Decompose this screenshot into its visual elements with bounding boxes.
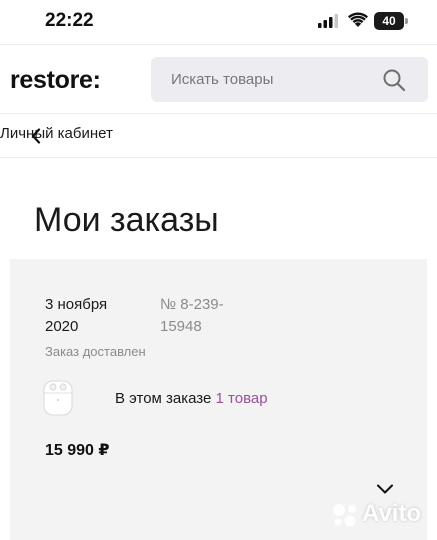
search-input[interactable] <box>171 57 381 102</box>
order-items-summary: В этом заказе 1 товар <box>115 390 268 407</box>
chevron-down-icon[interactable] <box>376 483 394 495</box>
order-price: 15 990 ₽ <box>45 442 110 459</box>
search-icon[interactable] <box>382 68 406 92</box>
order-number: № 8-239-15948 <box>160 296 224 335</box>
breadcrumb: Личный кабинет <box>0 114 437 158</box>
search-box[interactable] <box>151 57 428 102</box>
status-bar: 22:22 40 <box>0 0 437 44</box>
avito-watermark: Avito <box>330 499 430 531</box>
battery-indicator: 40 <box>374 12 408 30</box>
cellular-signal-icon <box>318 14 338 28</box>
battery-level: 40 <box>382 14 396 28</box>
watermark-text: Avito <box>362 500 422 527</box>
site-header: restore: <box>0 44 437 114</box>
order-status: Заказ доставлен <box>45 344 146 359</box>
order-items-prefix: В этом заказе <box>115 390 212 407</box>
page-title: Мои заказы <box>34 201 219 239</box>
status-time: 22:22 <box>45 10 94 31</box>
battery-cap <box>405 18 408 24</box>
avito-logo-icon <box>333 504 356 527</box>
order-items-link[interactable]: 1 товар <box>216 390 268 407</box>
order-card[interactable]: 3 ноября 2020 № 8-239-15948 Заказ достав… <box>10 259 427 540</box>
wifi-icon <box>348 12 368 27</box>
restore-logo[interactable]: restore: <box>10 66 101 95</box>
order-date: 3 ноября 2020 <box>45 296 108 335</box>
airpods-case-icon <box>43 380 73 416</box>
chevron-left-icon[interactable] <box>30 128 42 144</box>
back-to-account-link[interactable]: Личный кабинет <box>0 125 113 142</box>
